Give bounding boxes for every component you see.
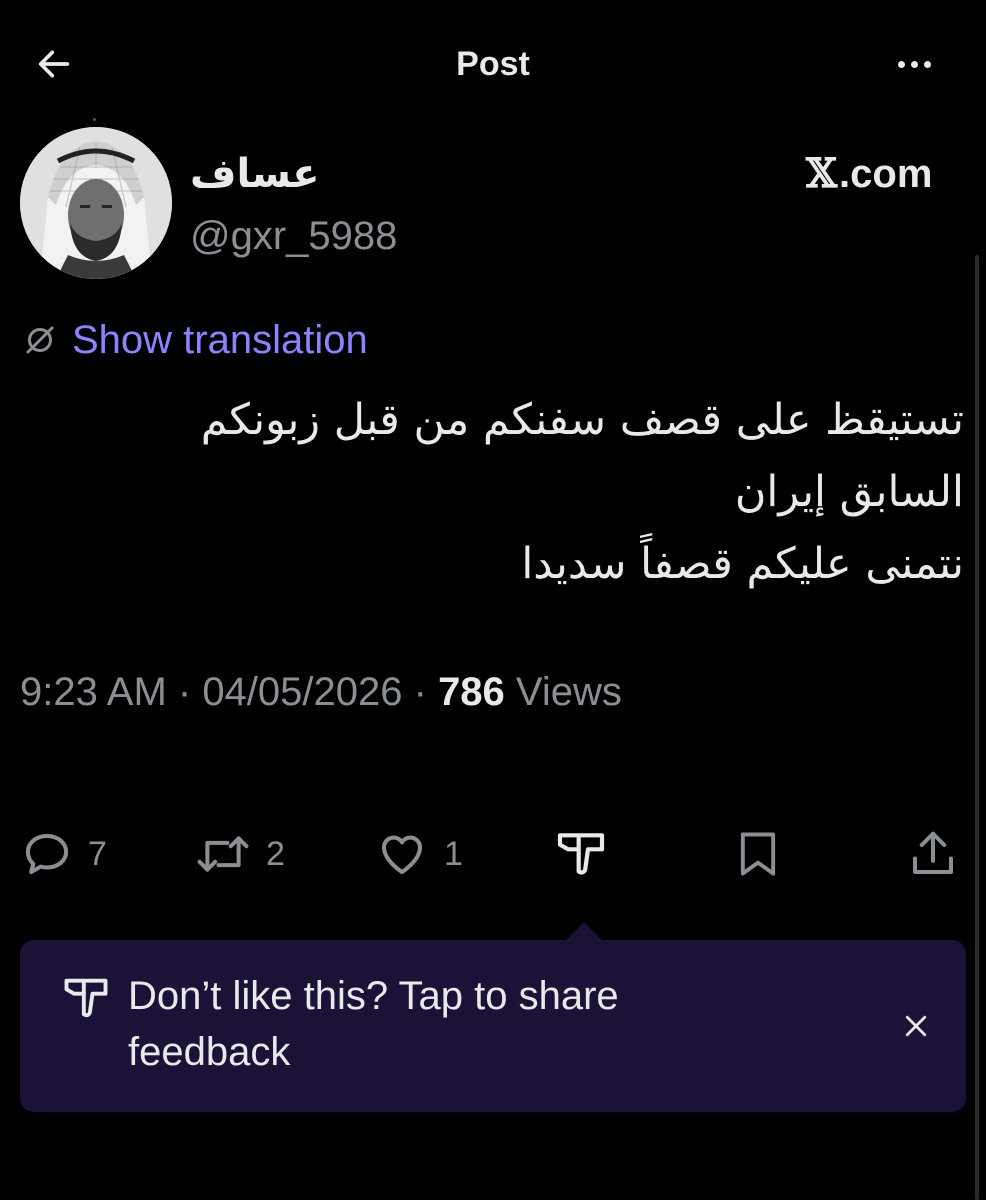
page-title: Post (456, 45, 530, 83)
author-display-name[interactable]: عساف (190, 148, 320, 200)
reply-count: 7 (88, 834, 107, 873)
views-label[interactable]: Views (505, 670, 622, 714)
more-dot (910, 60, 918, 68)
tweet-text-line: نتمنى عليكم قصفاً سديدا (521, 539, 964, 589)
views-count[interactable]: 786 (438, 670, 505, 714)
tweet-date[interactable]: 04/05/2026 (202, 670, 402, 714)
repost-button[interactable]: 2 (194, 824, 285, 884)
scrollbar[interactable] (975, 255, 979, 1200)
reply-icon (25, 833, 69, 875)
avatar[interactable] (20, 127, 172, 279)
translate-icon (26, 326, 54, 354)
tweet-text-line: تستيقظ على قصف سفنكم من قبل زبونكم (200, 395, 964, 445)
more-dot (897, 60, 905, 68)
popup-thumbs-down-icon (60, 972, 112, 1024)
meta-separator: · (402, 670, 439, 714)
like-button[interactable]: 1 (374, 824, 463, 884)
dislike-button[interactable] (552, 824, 610, 884)
tweet-meta: 9:23 AM · 04/05/2026 · 786 Views (20, 664, 622, 720)
avatar-image (20, 127, 172, 279)
share-icon (912, 831, 954, 875)
source-link[interactable]: 𝕏 .com (806, 148, 932, 200)
repost-count: 2 (266, 834, 285, 873)
repost-icon (197, 836, 249, 872)
tweet-text-line: السابق إيران (734, 467, 964, 517)
close-icon (905, 1015, 927, 1037)
show-translation-button[interactable]: Show translation (22, 314, 368, 366)
show-translation-label: Show translation (72, 317, 368, 362)
like-count: 1 (444, 834, 463, 873)
close-button[interactable] (892, 1002, 940, 1050)
feedback-popup[interactable]: Don’t like this? Tap to share feedback (20, 940, 966, 1112)
share-button[interactable] (906, 824, 960, 884)
decorative-dot (93, 118, 96, 121)
bookmark-button[interactable] (732, 824, 784, 884)
thumbs-down-icon (64, 978, 108, 1018)
more-dot (923, 60, 931, 68)
meta-separator: · (166, 670, 203, 714)
heart-icon (381, 835, 423, 875)
author-handle[interactable]: @gxr_5988 (190, 210, 397, 262)
x-logo-icon: 𝕏 (806, 150, 838, 197)
source-link-suffix: .com (839, 152, 933, 196)
bookmark-icon (740, 832, 776, 876)
popup-pointer (566, 922, 602, 940)
thumbs-down-icon (557, 833, 605, 875)
tweet-text: تستيقظ على قصف سفنكم من قبل زبونكم الساب… (40, 384, 964, 600)
reply-button[interactable]: 7 (20, 824, 107, 884)
more-options-button[interactable] (884, 40, 944, 88)
tweet-time[interactable]: 9:23 AM (20, 670, 167, 714)
feedback-popup-text[interactable]: Don’t like this? Tap to share feedback (128, 968, 748, 1080)
